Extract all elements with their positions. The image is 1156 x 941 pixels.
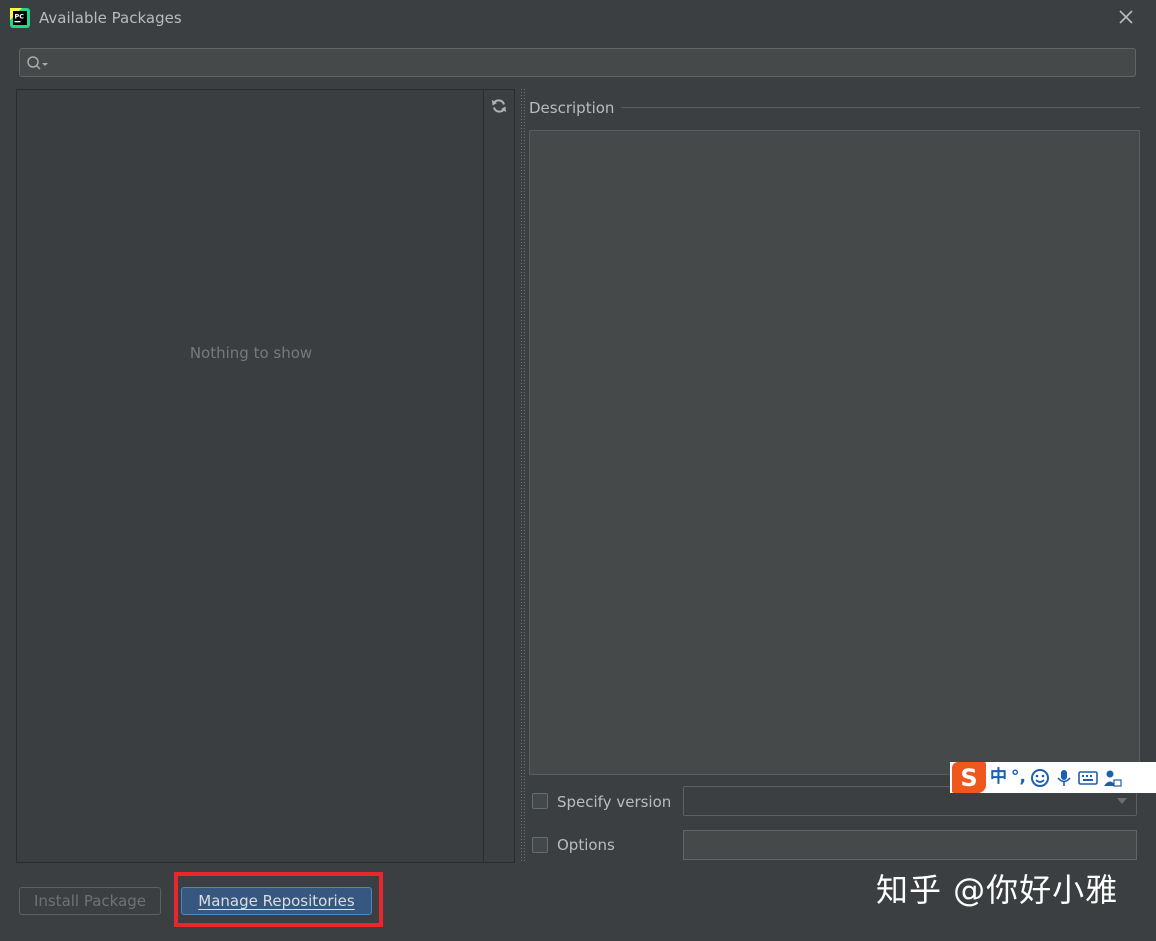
manage-repositories-button[interactable]: Manage Repositories [181, 887, 372, 915]
install-package-button[interactable]: Install Package [19, 887, 161, 915]
ime-logo[interactable]: S [952, 762, 986, 793]
watermark: 知乎 @你好小雅 [876, 871, 1119, 909]
search-input[interactable] [56, 51, 1130, 76]
specify-version-checkbox[interactable] [532, 793, 548, 809]
options-field[interactable] [683, 830, 1137, 860]
pycharm-icon: PC [10, 8, 30, 28]
options-label[interactable]: Options [557, 836, 615, 854]
manage-repositories-label: Manage Repositories [198, 892, 355, 910]
refresh-icon[interactable] [491, 98, 507, 114]
search-box[interactable] [19, 48, 1136, 77]
chevron-down-icon [1117, 798, 1127, 804]
description-area[interactable] [529, 130, 1140, 775]
panel-splitter[interactable] [519, 89, 527, 863]
ime-punctuation-toggle[interactable]: °, [1011, 762, 1026, 793]
keyboard-icon[interactable] [1078, 768, 1098, 788]
specify-version-label[interactable]: Specify version [557, 793, 671, 811]
list-toolbar [484, 89, 515, 863]
description-separator [621, 107, 1140, 108]
options-checkbox[interactable] [532, 837, 548, 853]
ime-toolbar: S 中 °, [950, 762, 1156, 793]
user-icon[interactable] [1102, 768, 1122, 788]
emoji-icon[interactable] [1030, 768, 1050, 788]
ime-mode-toggle[interactable]: 中 [990, 762, 1007, 793]
empty-list-text: Nothing to show [189, 344, 313, 362]
window-title: Available Packages [39, 9, 182, 27]
description-label: Description [529, 99, 615, 117]
microphone-icon[interactable] [1054, 768, 1074, 788]
search-icon[interactable] [26, 55, 48, 71]
svg-text:PC: PC [15, 13, 25, 21]
package-list[interactable]: Nothing to show [16, 89, 484, 863]
close-icon[interactable] [1116, 7, 1136, 27]
